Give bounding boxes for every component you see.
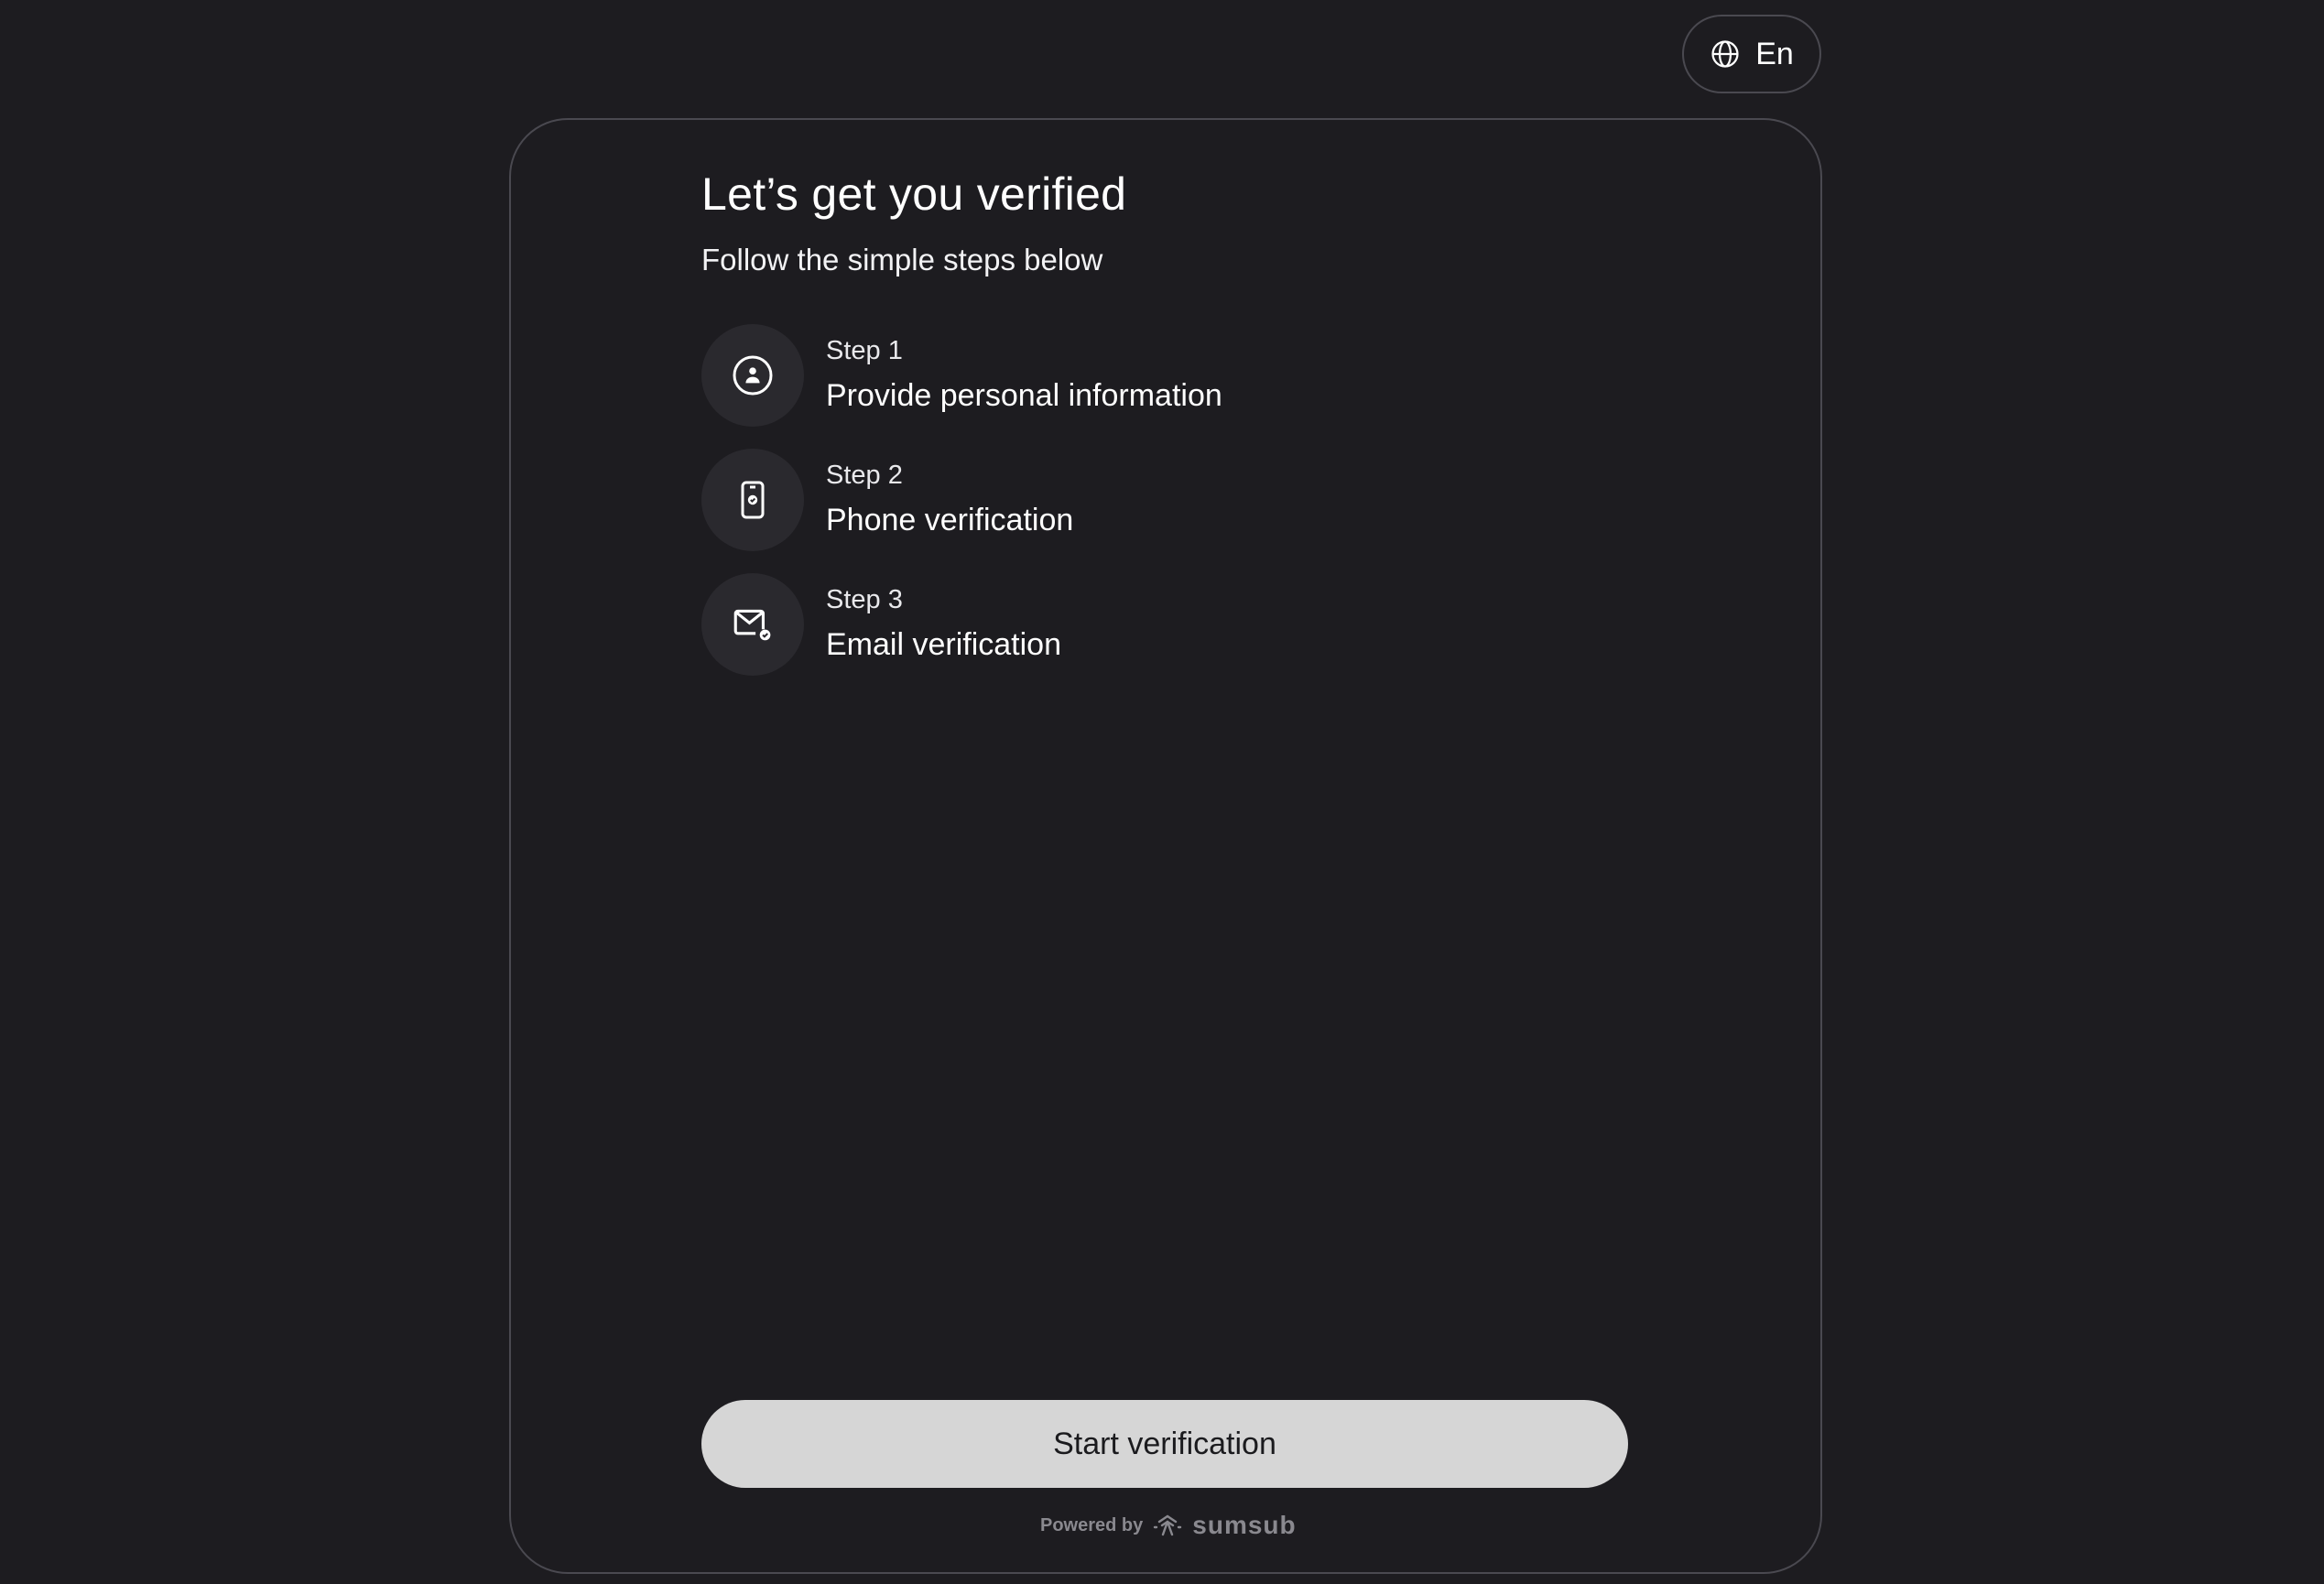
email-check-icon — [733, 609, 771, 641]
step-icon-container — [701, 449, 804, 551]
page-title: Let’s get you verified — [701, 168, 1127, 220]
verification-page: En Let’s get you verified Follow the sim… — [0, 0, 2324, 1584]
step-text: Step 2 Phone verification — [826, 458, 1073, 542]
steps-list: Step 1 Provide personal information Step… — [701, 324, 1630, 676]
step-title: Email verification — [826, 627, 1061, 662]
start-verification-button[interactable]: Start verification — [701, 1400, 1628, 1488]
card-content: Let’s get you verified Follow the simple… — [701, 165, 1630, 676]
step-item: Step 2 Phone verification — [701, 449, 1630, 551]
step-title: Phone verification — [826, 503, 1074, 537]
powered-by-label: Powered by — [1040, 1514, 1144, 1535]
step-icon-container — [701, 324, 804, 427]
powered-by-footer: Powered by sumsub — [1040, 1507, 1297, 1544]
step-title: Provide personal information — [826, 378, 1222, 413]
sumsub-logo-icon — [1154, 1514, 1182, 1536]
step-number: Step 3 — [826, 585, 903, 614]
step-icon-container — [701, 573, 804, 676]
globe-icon — [1711, 40, 1739, 68]
step-text: Step 1 Provide personal information — [826, 333, 1222, 418]
language-label: En — [1755, 36, 1794, 71]
step-text: Step 3 Email verification — [826, 582, 1061, 667]
step-item: Step 3 Email verification — [701, 573, 1630, 676]
phone-check-icon — [741, 481, 765, 519]
brand-name: sumsub — [1192, 1511, 1297, 1539]
page-subtitle: Follow the simple steps below — [701, 243, 1103, 277]
step-number: Step 2 — [826, 461, 903, 490]
person-icon — [733, 355, 773, 396]
language-selector-button[interactable]: En — [1682, 15, 1821, 93]
step-item: Step 1 Provide personal information — [701, 324, 1630, 427]
step-number: Step 1 — [826, 336, 903, 365]
